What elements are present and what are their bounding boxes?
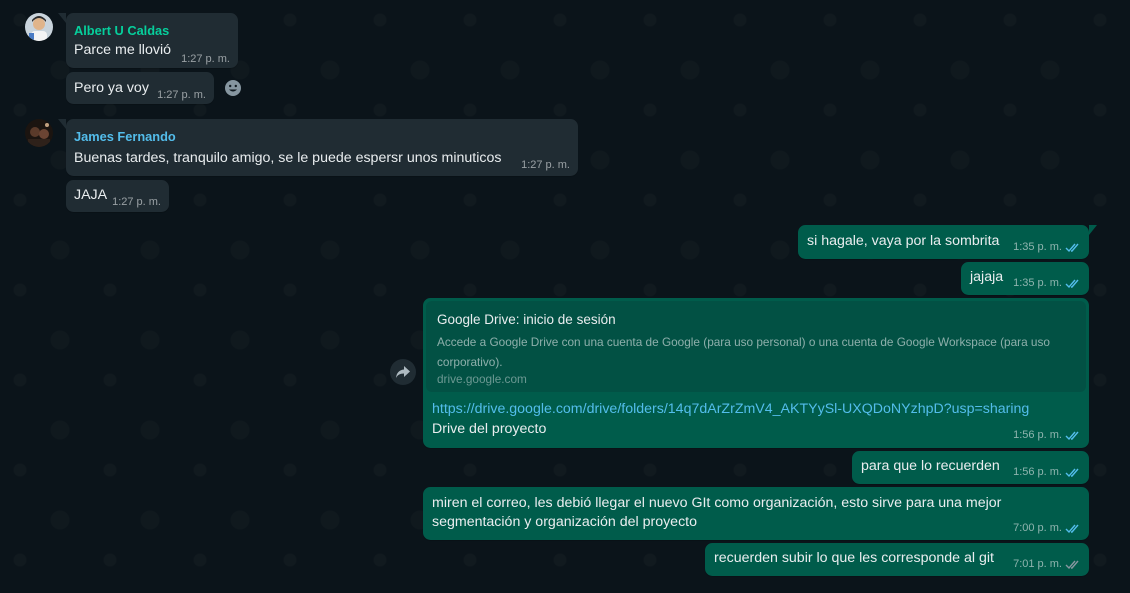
message-bubble[interactable]: Albert U Caldas Parce me llovió 1:27 p. … [58, 13, 238, 68]
message-text: Drive del proyecto [432, 421, 547, 437]
message-text-line-2: segmentación y organización del proyecto [432, 514, 697, 530]
sender-name[interactable]: Albert U Caldas [74, 23, 169, 39]
double-check-icon [1065, 279, 1079, 288]
message-time: 7:01 p. m. [1013, 558, 1081, 570]
emoji-reaction-button[interactable] [220, 75, 246, 101]
message-time: 1:56 p. m. [1013, 429, 1081, 441]
message-time: 1:27 p. m. [521, 159, 570, 171]
message-time: 1:27 p. m. [157, 89, 206, 101]
double-check-icon [1065, 560, 1079, 569]
bubble-tail [58, 119, 66, 129]
double-check-icon [1065, 524, 1079, 533]
message-text: Buenas tardes, tranquilo amigo, se le pu… [74, 150, 502, 166]
message-time: 1:27 p. m. [112, 196, 161, 208]
double-check-icon [1065, 243, 1079, 252]
message-text-line-1: miren el correo, les debió llegar el nue… [432, 495, 1002, 511]
message-bubble[interactable]: para que lo recuerden 1:56 p. m. [852, 451, 1089, 484]
emoji-reaction-icon [225, 80, 241, 96]
link-preview-domain: drive.google.com [437, 372, 527, 386]
link-preview[interactable]: Google Drive: inicio de sesión Accede a … [426, 301, 1086, 392]
link-preview-description: Accede a Google Drive con una cuenta de … [437, 335, 1050, 369]
bubble-tail [1089, 225, 1097, 235]
message-bubble[interactable]: si hagale, vaya por la sombrita 1:35 p. … [798, 225, 1097, 259]
message-time: 7:00 p. m. [1013, 522, 1081, 534]
sender-name[interactable]: James Fernando [74, 129, 176, 145]
message-time: 1:56 p. m. [1013, 466, 1081, 478]
message-text: recuerden subir lo que les corresponde a… [714, 550, 994, 566]
message-bubble[interactable]: jajaja 1:35 p. m. [961, 262, 1089, 295]
avatar-albert[interactable] [25, 13, 53, 41]
message-time: 1:27 p. m. [181, 53, 230, 65]
message-bubble[interactable]: Google Drive: inicio de sesión Accede a … [423, 298, 1089, 448]
message-bubble[interactable]: recuerden subir lo que les corresponde a… [705, 543, 1089, 576]
avatar-james[interactable] [25, 119, 53, 147]
message-text: JAJA [74, 187, 108, 203]
double-check-icon [1065, 431, 1079, 440]
message-text: Parce me llovió [74, 42, 171, 58]
message-bubble[interactable]: JAJA 1:27 p. m. [66, 180, 169, 212]
message-bubble[interactable]: James Fernando Buenas tardes, tranquilo … [58, 119, 578, 176]
message-text: Pero ya voy [74, 80, 149, 96]
message-bubble[interactable]: Pero ya voy 1:27 p. m. [66, 72, 214, 104]
message-link[interactable]: https://drive.google.com/drive/folders/1… [432, 400, 1029, 419]
message-time: 1:35 p. m. [1013, 241, 1081, 253]
message-text: si hagale, vaya por la sombrita [807, 233, 1000, 249]
link-preview-title: Google Drive: inicio de sesión [437, 312, 616, 327]
bubble-tail [58, 13, 66, 23]
message-text: para que lo recuerden [861, 458, 1000, 474]
forward-button[interactable] [390, 359, 416, 385]
message-time: 1:35 p. m. [1013, 277, 1081, 289]
message-bubble[interactable]: miren el correo, les debió llegar el nue… [423, 487, 1089, 540]
double-check-icon [1065, 468, 1079, 477]
message-text: jajaja [970, 269, 1004, 285]
forward-icon [396, 366, 410, 378]
